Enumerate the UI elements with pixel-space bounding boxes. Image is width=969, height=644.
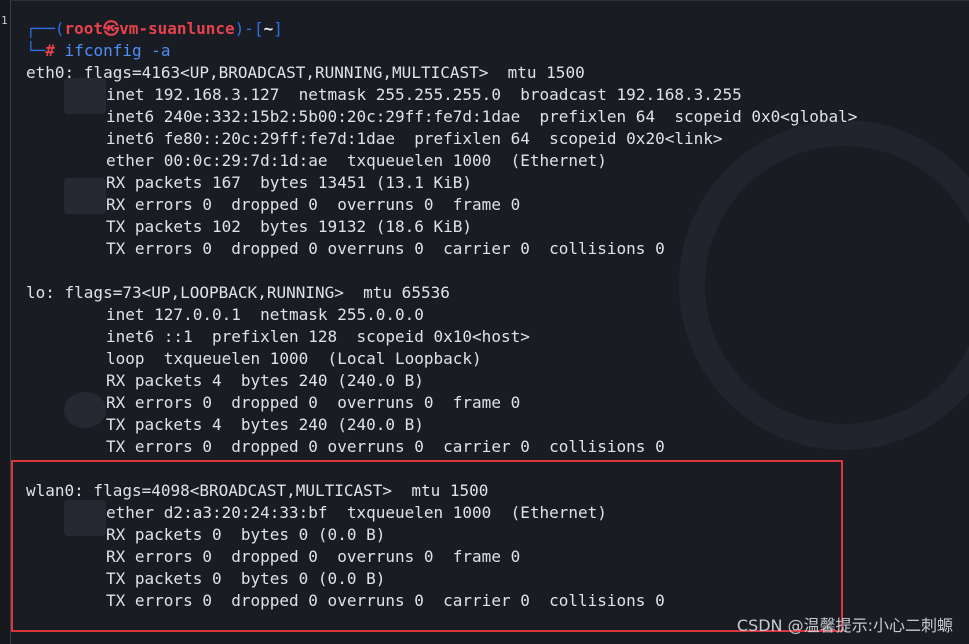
output-line: inet 127.0.0.1 netmask 255.0.0.0 — [106, 305, 424, 324]
wlan0-highlight-box — [11, 460, 843, 632]
output-line: inet 192.168.3.127 netmask 255.255.255.0… — [106, 85, 742, 104]
output-line: TX packets 4 bytes 240 (240.0 B) — [106, 415, 424, 434]
command-text: ifconfig -a — [64, 41, 171, 60]
output-line: RX packets 167 bytes 13451 (13.1 KiB) — [106, 173, 473, 192]
gutter-line-number: 1 — [1, 14, 8, 27]
output-line: TX packets 102 bytes 19132 (18.6 KiB) — [106, 217, 473, 236]
output-line: RX packets 4 bytes 240 (240.0 B) — [106, 371, 424, 390]
output-line: RX errors 0 dropped 0 overruns 0 frame 0 — [106, 195, 521, 214]
prompt-line-1: ┌──(root㉿vm-suanlunce)-[~] — [26, 19, 283, 38]
output-line: inet6 fe80::20c:29ff:fe7d:1dae prefixlen… — [106, 129, 723, 148]
output-line: inet6 240e:332:15b2:5b00:20c:29ff:fe7d:1… — [106, 107, 858, 126]
output-line: RX errors 0 dropped 0 overruns 0 frame 0 — [106, 393, 521, 412]
output-line: inet6 ::1 prefixlen 128 scopeid 0x10<hos… — [106, 327, 530, 346]
output-line: ether 00:0c:29:7d:1d:ae txqueuelen 1000 … — [106, 151, 607, 170]
prompt-hash: # — [45, 41, 55, 60]
top-divider — [10, 0, 969, 1]
output-line: loop txqueuelen 1000 (Local Loopback) — [106, 349, 482, 368]
output-line: TX errors 0 dropped 0 overruns 0 carrier… — [106, 437, 665, 456]
prompt-line-2: └─# ifconfig -a — [26, 41, 171, 60]
interface-header-lo: lo: flags=73<UP,LOOPBACK,RUNNING> mtu 65… — [26, 283, 450, 302]
prompt-dir: ~ — [263, 19, 274, 38]
interface-header-eth0: eth0: flags=4163<UP,BROADCAST,RUNNING,MU… — [26, 63, 585, 82]
left-gutter: 1 — [0, 0, 11, 644]
prompt-user-host: root㉿vm-suanlunce — [64, 19, 235, 38]
output-line: TX errors 0 dropped 0 overruns 0 carrier… — [106, 239, 665, 258]
watermark: CSDN @温馨提示:小心二刺螈 — [736, 616, 953, 635]
